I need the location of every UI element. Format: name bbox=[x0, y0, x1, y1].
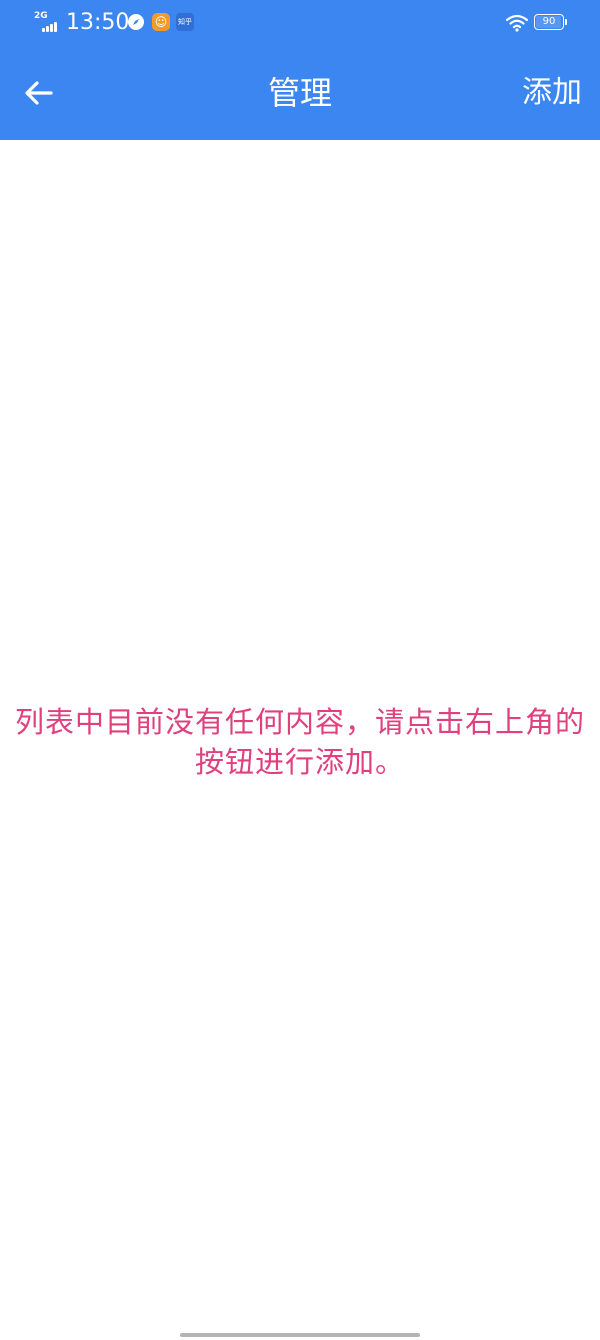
signal-bar bbox=[42, 28, 45, 32]
app-screen: 2G 13:50 ☺ 知乎 90 管理 添加 列表中目前没有任何内容，请点击右上… bbox=[0, 0, 600, 1340]
home-indicator[interactable] bbox=[180, 1333, 420, 1337]
add-button[interactable]: 添加 bbox=[518, 46, 586, 140]
nav-bar: 管理 添加 bbox=[0, 46, 600, 140]
battery-level: 90 bbox=[542, 16, 556, 27]
empty-state-message: 列表中目前没有任何内容，请点击右上角的按钮进行添加。 bbox=[14, 705, 585, 779]
battery-tip bbox=[565, 19, 567, 25]
compass-icon bbox=[127, 13, 145, 31]
status-bar: 2G 13:50 ☺ 知乎 90 bbox=[0, 0, 600, 46]
app-notification-icon: ☺ bbox=[152, 13, 170, 31]
signal-bar bbox=[46, 26, 49, 32]
zhihu-icon: 知乎 bbox=[176, 13, 194, 31]
back-button[interactable] bbox=[14, 68, 64, 118]
wifi-icon bbox=[505, 14, 529, 32]
network-type-label: 2G bbox=[34, 11, 48, 21]
arrow-left-icon bbox=[25, 81, 53, 105]
signal-bar bbox=[54, 22, 57, 32]
battery-icon: 90 bbox=[534, 14, 564, 30]
signal-bar bbox=[50, 24, 53, 32]
cellular-signal-icon: 2G bbox=[34, 12, 62, 34]
status-time: 13:50 bbox=[66, 10, 130, 35]
page-title: 管理 bbox=[267, 74, 332, 112]
